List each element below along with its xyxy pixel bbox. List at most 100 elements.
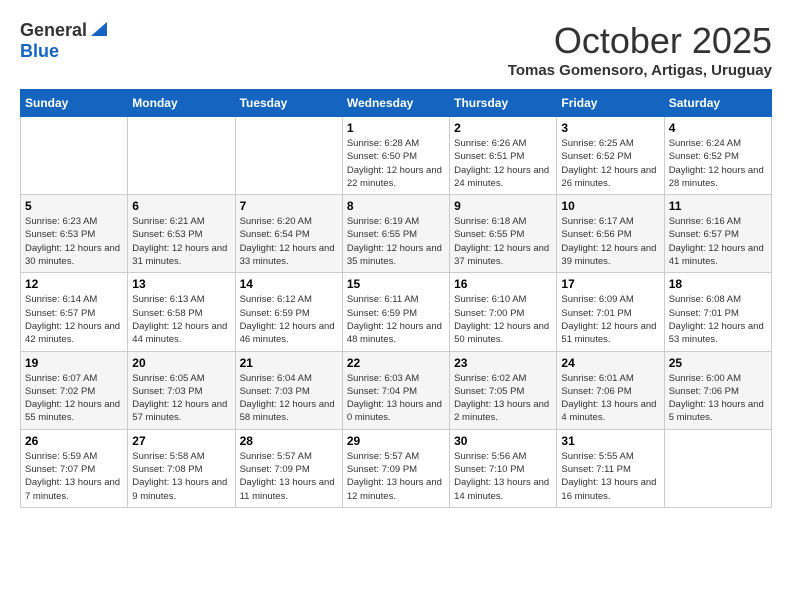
day-number: 8 [347,199,445,213]
day-info: Sunrise: 6:20 AM Sunset: 6:54 PM Dayligh… [240,215,338,268]
day-info: Sunrise: 6:24 AM Sunset: 6:52 PM Dayligh… [669,137,767,190]
day-info: Sunrise: 5:57 AM Sunset: 7:09 PM Dayligh… [347,450,445,503]
day-info: Sunrise: 6:16 AM Sunset: 6:57 PM Dayligh… [669,215,767,268]
day-number: 9 [454,199,552,213]
day-info: Sunrise: 6:14 AM Sunset: 6:57 PM Dayligh… [25,293,123,346]
calendar-cell: 5 Sunrise: 6:23 AM Sunset: 6:53 PM Daylig… [21,195,128,273]
day-number: 7 [240,199,338,213]
day-info: Sunrise: 6:11 AM Sunset: 6:59 PM Dayligh… [347,293,445,346]
day-info: Sunrise: 6:17 AM Sunset: 6:56 PM Dayligh… [561,215,659,268]
day-number: 23 [454,356,552,370]
calendar-cell: 31Sunrise: 5:55 AM Sunset: 7:11 PM Dayli… [557,429,664,507]
day-info: Sunrise: 6:13 AM Sunset: 6:58 PM Dayligh… [132,293,230,346]
calendar-cell: 23 Sunrise: 6:02 AM Sunset: 7:05 PM Dayli… [450,351,557,429]
day-info: Sunrise: 5:55 AM Sunset: 7:11 PM Dayligh… [561,450,659,503]
day-number: 5 [25,199,123,213]
week-row-1: 1 Sunrise: 6:28 AM Sunset: 6:50 PM Daylig… [21,117,772,195]
calendar-cell: 4Sunrise: 6:24 AM Sunset: 6:52 PM Daylig… [664,117,771,195]
calendar-cell: 1 Sunrise: 6:28 AM Sunset: 6:50 PM Daylig… [342,117,449,195]
month-title: October 2025 [508,20,772,62]
calendar-cell: 17 Sunrise: 6:09 AM Sunset: 7:01 PM Dayli… [557,273,664,351]
day-info: Sunrise: 5:58 AM Sunset: 7:08 PM Dayligh… [132,450,230,503]
calendar-cell: 16Sunrise: 6:10 AM Sunset: 7:00 PM Dayli… [450,273,557,351]
day-info: Sunrise: 6:03 AM Sunset: 7:04 PM Dayligh… [347,372,445,425]
day-number: 30 [454,434,552,448]
header-day-sunday: Sunday [21,90,128,117]
day-number: 6 [132,199,230,213]
logo-blue: Blue [20,41,59,62]
calendar-cell: 28 Sunrise: 5:57 AM Sunset: 7:09 PM Dayli… [235,429,342,507]
calendar-cell: 8Sunrise: 6:19 AM Sunset: 6:55 PM Daylig… [342,195,449,273]
day-info: Sunrise: 6:04 AM Sunset: 7:03 PM Dayligh… [240,372,338,425]
week-row-5: 26Sunrise: 5:59 AM Sunset: 7:07 PM Dayli… [21,429,772,507]
header-day-wednesday: Wednesday [342,90,449,117]
day-info: Sunrise: 5:57 AM Sunset: 7:09 PM Dayligh… [240,450,338,503]
day-number: 17 [561,277,659,291]
header-day-tuesday: Tuesday [235,90,342,117]
day-info: Sunrise: 6:07 AM Sunset: 7:02 PM Dayligh… [25,372,123,425]
day-info: Sunrise: 6:25 AM Sunset: 6:52 PM Dayligh… [561,137,659,190]
day-info: Sunrise: 6:00 AM Sunset: 7:06 PM Dayligh… [669,372,767,425]
calendar-cell: 27 Sunrise: 5:58 AM Sunset: 7:08 PM Dayli… [128,429,235,507]
calendar-cell: 12Sunrise: 6:14 AM Sunset: 6:57 PM Dayli… [21,273,128,351]
header-day-friday: Friday [557,90,664,117]
calendar-table: SundayMondayTuesdayWednesdayThursdayFrid… [20,89,772,508]
day-number: 21 [240,356,338,370]
day-info: Sunrise: 6:18 AM Sunset: 6:55 PM Dayligh… [454,215,552,268]
day-number: 19 [25,356,123,370]
day-number: 28 [240,434,338,448]
calendar-cell [128,117,235,195]
location-title: Tomas Gomensoro, Artigas, Uruguay [508,62,772,79]
day-number: 13 [132,277,230,291]
calendar-body: 1 Sunrise: 6:28 AM Sunset: 6:50 PM Daylig… [21,117,772,508]
calendar-cell: 9 Sunrise: 6:18 AM Sunset: 6:55 PM Daylig… [450,195,557,273]
day-info: Sunrise: 6:28 AM Sunset: 6:50 PM Dayligh… [347,137,445,190]
day-number: 25 [669,356,767,370]
calendar-cell: 6 Sunrise: 6:21 AM Sunset: 6:53 PM Daylig… [128,195,235,273]
day-number: 18 [669,277,767,291]
calendar-cell: 29Sunrise: 5:57 AM Sunset: 7:09 PM Dayli… [342,429,449,507]
day-number: 27 [132,434,230,448]
day-number: 1 [347,121,445,135]
title-area: October 2025 Tomas Gomensoro, Artigas, U… [508,20,772,79]
day-number: 14 [240,277,338,291]
week-row-2: 5 Sunrise: 6:23 AM Sunset: 6:53 PM Daylig… [21,195,772,273]
calendar-cell: 3 Sunrise: 6:25 AM Sunset: 6:52 PM Daylig… [557,117,664,195]
day-info: Sunrise: 6:12 AM Sunset: 6:59 PM Dayligh… [240,293,338,346]
header-day-saturday: Saturday [664,90,771,117]
day-number: 24 [561,356,659,370]
day-number: 11 [669,199,767,213]
day-info: Sunrise: 6:21 AM Sunset: 6:53 PM Dayligh… [132,215,230,268]
day-info: Sunrise: 6:23 AM Sunset: 6:53 PM Dayligh… [25,215,123,268]
calendar-cell [664,429,771,507]
calendar-cell [21,117,128,195]
calendar-cell: 13 Sunrise: 6:13 AM Sunset: 6:58 PM Dayli… [128,273,235,351]
calendar-cell: 10 Sunrise: 6:17 AM Sunset: 6:56 PM Dayli… [557,195,664,273]
day-info: Sunrise: 6:01 AM Sunset: 7:06 PM Dayligh… [561,372,659,425]
calendar-cell: 15 Sunrise: 6:11 AM Sunset: 6:59 PM Dayli… [342,273,449,351]
day-info: Sunrise: 6:05 AM Sunset: 7:03 PM Dayligh… [132,372,230,425]
day-number: 3 [561,121,659,135]
calendar-cell: 2 Sunrise: 6:26 AM Sunset: 6:51 PM Daylig… [450,117,557,195]
logo-general: General [20,20,87,41]
day-number: 22 [347,356,445,370]
day-info: Sunrise: 5:56 AM Sunset: 7:10 PM Dayligh… [454,450,552,503]
header: General Blue October 2025 Tomas Gomensor… [20,20,772,79]
header-day-monday: Monday [128,90,235,117]
day-info: Sunrise: 6:09 AM Sunset: 7:01 PM Dayligh… [561,293,659,346]
day-number: 2 [454,121,552,135]
week-row-4: 19 Sunrise: 6:07 AM Sunset: 7:02 PM Dayli… [21,351,772,429]
day-number: 15 [347,277,445,291]
day-info: Sunrise: 6:26 AM Sunset: 6:51 PM Dayligh… [454,137,552,190]
calendar-cell: 18 Sunrise: 6:08 AM Sunset: 7:01 PM Dayli… [664,273,771,351]
calendar-cell: 25 Sunrise: 6:00 AM Sunset: 7:06 PM Dayli… [664,351,771,429]
calendar-cell: 21 Sunrise: 6:04 AM Sunset: 7:03 PM Dayli… [235,351,342,429]
day-info: Sunrise: 6:08 AM Sunset: 7:01 PM Dayligh… [669,293,767,346]
header-day-thursday: Thursday [450,90,557,117]
calendar-cell: 24 Sunrise: 6:01 AM Sunset: 7:06 PM Dayli… [557,351,664,429]
logo-icon [89,20,107,38]
day-info: Sunrise: 5:59 AM Sunset: 7:07 PM Dayligh… [25,450,123,503]
week-row-3: 12Sunrise: 6:14 AM Sunset: 6:57 PM Dayli… [21,273,772,351]
day-info: Sunrise: 6:02 AM Sunset: 7:05 PM Dayligh… [454,372,552,425]
day-number: 10 [561,199,659,213]
